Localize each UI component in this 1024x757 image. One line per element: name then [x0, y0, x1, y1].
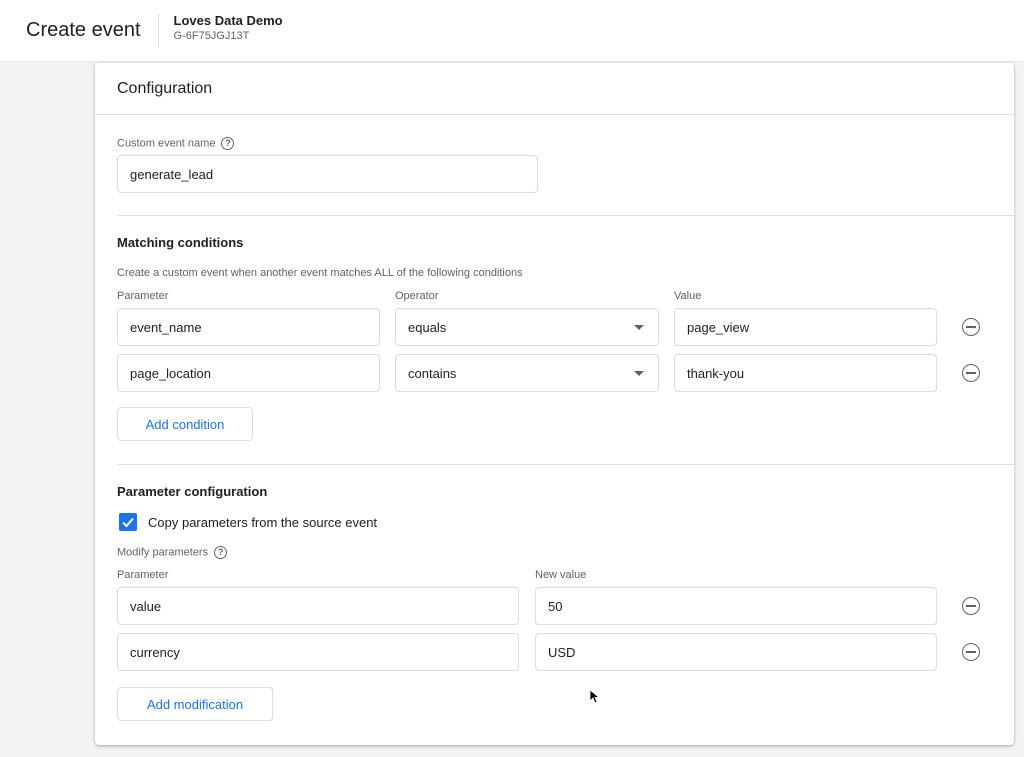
remove-circle-icon[interactable]	[962, 364, 980, 382]
custom-event-name-value: generate_lead	[130, 166, 214, 182]
condition-parameter-input[interactable]: page_location	[117, 354, 380, 392]
parameter-column-header: Parameter	[117, 290, 169, 302]
add-modification-button[interactable]: Add modification	[117, 687, 273, 721]
modification-parameter-input[interactable]: value	[117, 587, 519, 625]
condition-value-value: page_view	[687, 319, 750, 335]
caret-down-icon	[634, 370, 644, 376]
modification-new-value: 50	[548, 598, 563, 614]
check-icon	[122, 517, 134, 528]
condition-operator-select[interactable]: contains	[395, 354, 659, 392]
modify-parameters-label: Modify parameters?	[117, 546, 228, 559]
condition-value-input[interactable]: page_view	[674, 308, 937, 346]
custom-event-name-label: Custom event name?	[117, 137, 235, 150]
operator-column-header: Operator	[395, 290, 439, 302]
card-title: Configuration	[117, 79, 213, 97]
new-value-column-header: New value	[535, 569, 587, 581]
card-header: Configuration	[95, 63, 1014, 115]
condition-parameter-value: page_location	[130, 365, 211, 381]
condition-operator-value: contains	[408, 365, 457, 381]
property-id: G-6F75JGJ13T	[173, 30, 250, 42]
modify-parameters-label-text: Modify parameters	[117, 546, 209, 559]
parameter-column-header: Parameter	[117, 569, 169, 581]
section-divider	[117, 464, 1014, 465]
help-icon[interactable]: ?	[214, 546, 228, 559]
matching-conditions-title: Matching conditions	[117, 235, 244, 250]
remove-circle-icon[interactable]	[962, 597, 980, 615]
property-name: Loves Data Demo	[173, 13, 283, 28]
section-divider	[117, 215, 1014, 216]
modification-parameter-value: value	[130, 598, 162, 614]
title-divider	[157, 13, 159, 48]
modification-parameter-input[interactable]: currency	[117, 633, 519, 671]
parameter-configuration-title: Parameter configuration	[117, 484, 268, 499]
configuration-card: Configuration Custom event name? generat…	[95, 63, 1014, 745]
property-info: Loves Data Demo G-6F75JGJ13T	[174, 13, 283, 42]
remove-circle-icon[interactable]	[962, 643, 980, 661]
mouse-pointer-icon	[590, 690, 600, 704]
custom-event-name-label-text: Custom event name	[117, 137, 216, 150]
modification-parameter-value: currency	[130, 644, 180, 660]
help-icon[interactable]: ?	[221, 137, 235, 150]
custom-event-name-input[interactable]: generate_lead	[117, 155, 538, 193]
condition-operator-select[interactable]: equals	[395, 308, 659, 346]
value-column-header: Value	[674, 290, 702, 302]
condition-parameter-value: event_name	[130, 319, 202, 335]
top-bar: Create event Loves Data Demo G-6F75JGJ13…	[0, 0, 1024, 62]
matching-conditions-description: Create a custom event when another event…	[117, 267, 523, 279]
condition-operator-value: equals	[408, 319, 447, 335]
copy-parameters-label[interactable]: Copy parameters from the source event	[148, 515, 377, 530]
page-title: Create event	[26, 19, 141, 41]
copy-parameters-checkbox[interactable]	[119, 513, 137, 531]
condition-value-value: thank-you	[687, 365, 745, 381]
remove-circle-icon[interactable]	[962, 318, 980, 336]
add-condition-button[interactable]: Add condition	[117, 407, 253, 441]
modification-new-value: USD	[548, 644, 576, 660]
condition-parameter-input[interactable]: event_name	[117, 308, 380, 346]
modification-new-value-input[interactable]: USD	[535, 633, 937, 671]
modification-new-value-input[interactable]: 50	[535, 587, 937, 625]
caret-down-icon	[634, 324, 644, 330]
condition-value-input[interactable]: thank-you	[674, 354, 937, 392]
